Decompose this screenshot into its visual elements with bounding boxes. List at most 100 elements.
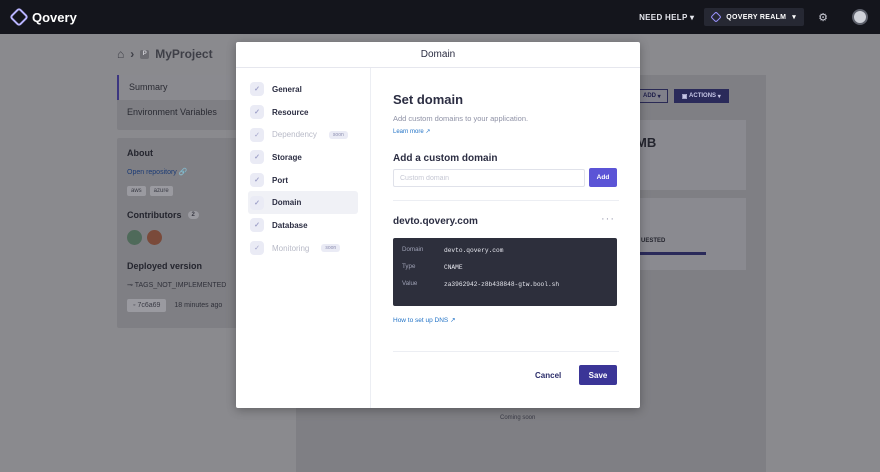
record-value: CNAME (444, 264, 463, 271)
link-icon: 🔗 (178, 169, 188, 176)
about-panel: About Open repository 🔗 aws azure Contri… (117, 138, 245, 328)
avatar[interactable] (127, 230, 142, 245)
add-domain-button[interactable]: Add (589, 168, 617, 187)
tag: azure (149, 186, 173, 196)
deployed-version-title: Deployed version (127, 261, 203, 271)
soon-badge: soon (321, 244, 341, 253)
chevron-down-icon: ▾ (689, 12, 695, 22)
sidebar-item-domain[interactable]: ✓ Domain (248, 191, 358, 215)
check-icon: ✓ (250, 127, 264, 142)
sidebar-item-database[interactable]: ✓ Database (248, 214, 358, 237)
record-row-value: Value za3962942-z8b438848-gtw.bool.sh (402, 280, 608, 289)
commit-hash-text: 7c6a69 (137, 302, 161, 309)
modal-body: ✓ General ✓ Resource ✓ Dependency soon ✓ Stor… (236, 68, 640, 408)
sidebar-item-label: Resource (272, 107, 309, 117)
record-value: za3962942-z8b438848-gtw.bool.sh (444, 281, 560, 288)
nav-item-summary[interactable]: Summary (117, 75, 245, 100)
brand-name: Qovery (32, 9, 77, 25)
commit-row: ◦ 7c6a69 18 minutes ago (127, 299, 235, 312)
more-options-icon[interactable]: ··· (601, 213, 615, 225)
record-value: devto.qovery.com (444, 247, 504, 254)
domain-name: devto.qovery.com (393, 216, 478, 227)
qovery-logo[interactable]: Qovery (9, 7, 77, 27)
check-icon: ✓ (250, 82, 264, 97)
app-actions: ADD ▾ ▣ ACTIONS ▾ (636, 89, 729, 103)
record-row-type: Type CNAME (402, 263, 608, 272)
realm-label: QOVERY REALM (726, 13, 787, 21)
chevron-down-icon: ▾ (657, 93, 661, 100)
nav-item-env-vars[interactable]: Environment Variables (117, 100, 245, 125)
actions-button[interactable]: ▣ ACTIONS ▾ (673, 89, 729, 103)
domain-modal: Domain ✓ General ✓ Resource ✓ Dependency soo… (236, 42, 640, 408)
tag-list: aws azure (127, 186, 235, 196)
coming-soon-label: Coming soon (500, 415, 536, 421)
sidebar-item-storage[interactable]: ✓ Storage (248, 146, 358, 169)
dns-record: Domain devto.qovery.com Type CNAME Value za… (393, 238, 617, 306)
contributors-label: Contributors (127, 210, 182, 220)
chevron-down-icon: ▾ (717, 93, 721, 100)
commit-hash[interactable]: ◦ 7c6a69 (127, 299, 167, 312)
need-help-label: NEED HELP (639, 12, 688, 22)
requested-bar (640, 252, 706, 255)
settings-sidebar: ✓ General ✓ Resource ✓ Dependency soon ✓ Stor… (236, 68, 371, 408)
dns-setup-link[interactable]: How to set up DNS ↗ (393, 316, 456, 324)
need-help-menu[interactable]: NEED HELP ▾ (639, 13, 694, 22)
record-label: Domain (402, 246, 424, 253)
divider (393, 200, 619, 201)
open-repository-link[interactable]: Open repository 🔗 (127, 168, 235, 176)
check-icon: ✓ (250, 195, 264, 210)
set-domain-description: Add custom domains to your application. (393, 114, 529, 123)
sidebar-item-label: Port (272, 175, 288, 185)
sidebar-item-label: Database (272, 220, 308, 230)
tag-icon: ⊸ (127, 282, 133, 289)
sidebar-item-general[interactable]: ✓ General (248, 78, 358, 101)
breadcrumb: ⌂ › P MyProject (117, 47, 213, 61)
sidebar-item-label: Monitoring (272, 243, 310, 253)
external-link-icon: ↗ (450, 317, 456, 324)
sidebar-item-port[interactable]: ✓ Port (248, 169, 358, 192)
calendar-icon: ▣ (681, 93, 688, 100)
save-button[interactable]: Save (579, 365, 617, 385)
learn-more-link[interactable]: Learn more ↗ (393, 128, 430, 135)
gear-icon[interactable]: ⚙ (818, 11, 828, 24)
check-icon: ✓ (250, 105, 264, 120)
breadcrumb-project[interactable]: MyProject (155, 47, 212, 61)
record-label: Type (402, 263, 416, 270)
check-icon: ✓ (250, 218, 264, 233)
sidebar-item-monitoring: ✓ Monitoring soon (248, 237, 358, 260)
qovery-logo-icon (9, 7, 29, 27)
contributor-avatars (127, 230, 235, 245)
sidebar-item-label: Dependency (272, 130, 317, 140)
sidebar-item-resource[interactable]: ✓ Resource (248, 101, 358, 124)
actions-button-label: ACTIONS (689, 93, 717, 99)
open-repository-label: Open repository (127, 169, 177, 176)
domain-settings: Set domain Add custom domains to your ap… (371, 68, 640, 408)
chevron-down-icon: ▾ (792, 14, 797, 21)
add-custom-domain-title: Add a custom domain (393, 153, 498, 164)
project-badge: P (140, 49, 150, 59)
dns-setup-label: How to set up DNS (393, 317, 449, 324)
custom-domain-input[interactable] (393, 169, 585, 187)
sidebar-item-label: Storage (272, 152, 302, 162)
check-icon: ✓ (250, 173, 264, 188)
tag-name-text: TAGS_NOT_IMPLEMENTED (134, 282, 227, 289)
soon-badge: soon (328, 130, 348, 139)
app-nav-panel: Summary Environment Variables (117, 75, 245, 130)
sidebar-item-dependency: ✓ Dependency soon (248, 123, 358, 146)
commit-icon: ◦ (133, 302, 136, 309)
realm-icon (710, 11, 722, 23)
add-button-label: ADD (643, 93, 656, 99)
avatar[interactable] (147, 230, 162, 245)
set-domain-title: Set domain (393, 92, 464, 107)
home-icon[interactable]: ⌂ (117, 47, 124, 61)
realm-selector[interactable]: QOVERY REALM ▾ (704, 8, 805, 26)
add-button[interactable]: ADD ▾ (636, 89, 668, 103)
user-avatar[interactable] (852, 9, 868, 25)
divider (393, 351, 619, 352)
cancel-button[interactable]: Cancel (529, 365, 567, 385)
requested-label: UESTED (641, 238, 666, 244)
check-icon: ✓ (250, 150, 264, 165)
chevron-right-icon: › (130, 47, 135, 61)
modal-title: Domain (236, 42, 640, 68)
check-icon: ✓ (250, 241, 264, 256)
